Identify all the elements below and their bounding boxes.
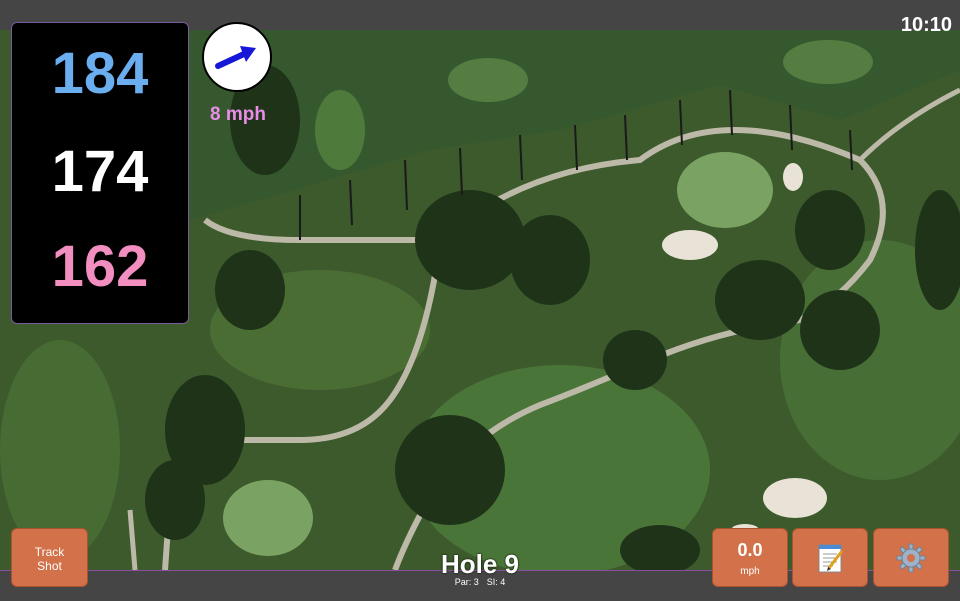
distance-panel: 184 174 162 [11,22,189,324]
notepad-icon [818,544,844,572]
track-shot-label-line1: Track [34,545,65,559]
gear-icon [896,543,926,572]
middle-distance: 174 [51,139,149,204]
clock: 10:10 [900,14,952,36]
wind-direction-dial [202,22,272,92]
hole-title: Hole 9 [440,549,520,579]
speed-button[interactable]: 0.0 mph [712,528,788,587]
notes-button[interactable] [792,528,868,587]
settings-button[interactable] [873,528,949,587]
wind-speed-label: 8 mph [210,104,266,125]
speed-unit: mph [740,566,760,577]
hole-stroke-index: SI: 4 [486,577,506,587]
back-distance: 184 [51,41,149,106]
hole-info: Par: 3 SI: 4 [400,577,560,587]
hole-par: Par: 3 [454,577,479,587]
speed-value: 0.0 [737,540,763,560]
track-shot-label-line2: Shot [37,559,62,573]
arrow-icon [215,46,256,69]
track-shot-button[interactable]: Track Shot [11,528,88,587]
front-distance: 162 [51,234,149,299]
